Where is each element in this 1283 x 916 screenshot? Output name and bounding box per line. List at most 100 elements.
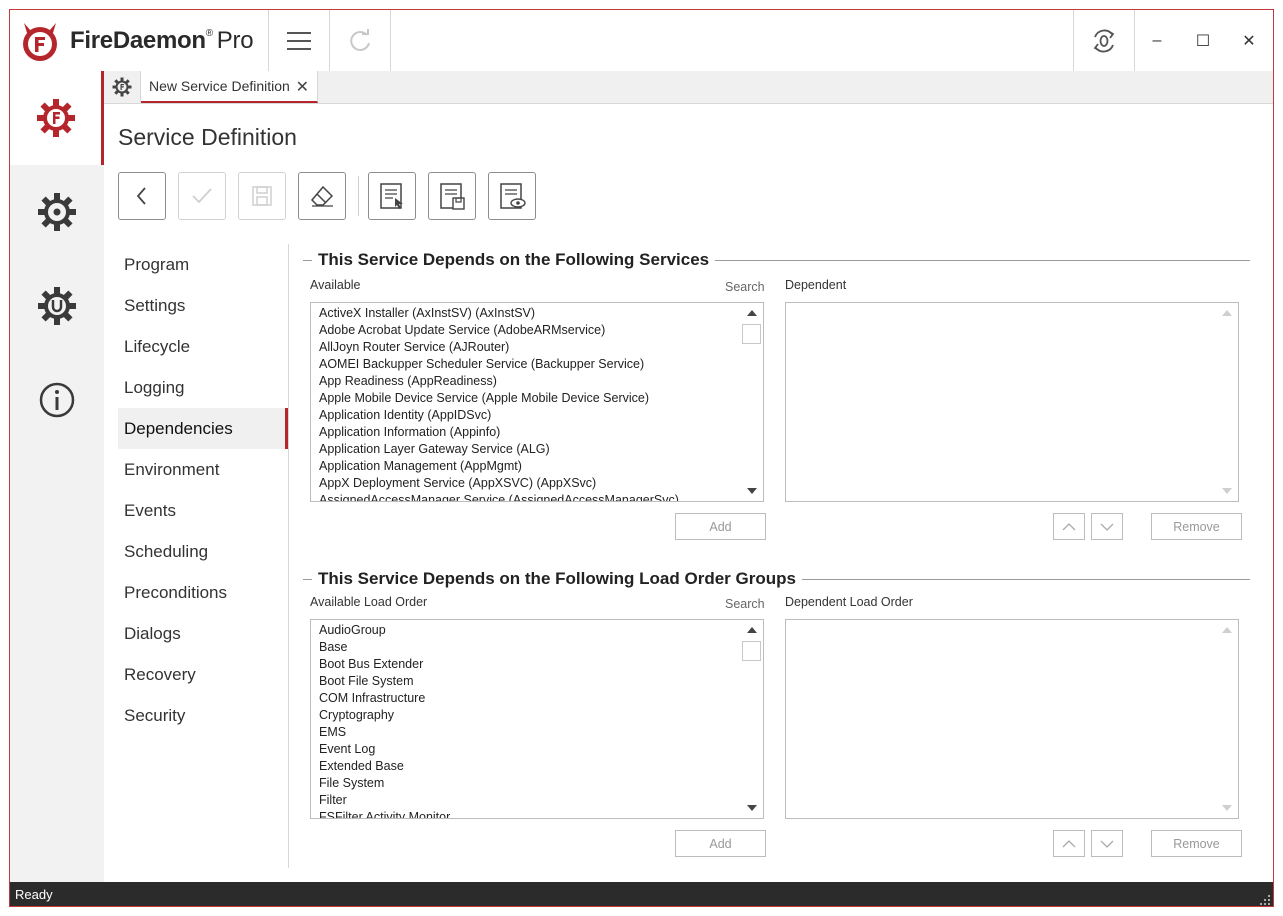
eraser-icon	[310, 185, 334, 207]
list-item[interactable]: Application Layer Gateway Service (ALG)	[319, 441, 741, 458]
arrow-up-icon	[747, 310, 757, 316]
move-down-button[interactable]	[1091, 830, 1123, 857]
nav-item-scheduling[interactable]: Scheduling	[118, 531, 288, 572]
list-item[interactable]: Application Management (AppMgmt)	[319, 458, 741, 475]
list-item[interactable]: FSFilter Activity Monitor	[319, 809, 741, 818]
dependent-scrollbar[interactable]	[1216, 303, 1238, 501]
remove-group-button[interactable]: Remove	[1151, 830, 1242, 857]
list-item[interactable]: Cryptography	[319, 707, 741, 724]
remove-service-button[interactable]: Remove	[1151, 513, 1242, 540]
page-title: Service Definition	[118, 124, 297, 150]
list-item[interactable]: AppX Deployment Service (AppXSVC) (AppXS…	[319, 475, 741, 492]
move-down-button[interactable]	[1091, 513, 1123, 540]
chevron-up-icon	[1062, 839, 1076, 847]
tab-label: New Service Definition	[149, 78, 290, 94]
nav-item-program[interactable]: Program	[118, 244, 288, 285]
apply-button[interactable]	[178, 172, 226, 220]
services-search-label[interactable]: Search	[725, 280, 765, 294]
save-button[interactable]	[238, 172, 286, 220]
list-item[interactable]: App Readiness (AppReadiness)	[319, 373, 741, 390]
tab-home[interactable]	[104, 71, 141, 102]
sync-button[interactable]	[1073, 10, 1135, 71]
service-gear-icon	[36, 99, 75, 137]
add-group-button[interactable]: Add	[675, 830, 766, 857]
list-item[interactable]: Boot Bus Extender	[319, 656, 741, 673]
nav-item-dependencies[interactable]: Dependencies	[118, 408, 288, 449]
toolbar-separator	[358, 176, 359, 216]
list-item[interactable]: Base	[319, 639, 741, 656]
list-item[interactable]: AllJoyn Router Service (AJRouter)	[319, 339, 741, 356]
dependent-services-list[interactable]	[785, 302, 1239, 502]
back-button[interactable]	[118, 172, 166, 220]
nav-item-logging[interactable]: Logging	[118, 367, 288, 408]
dependent-groups-scrollbar[interactable]	[1216, 620, 1238, 818]
menu-button[interactable]	[268, 10, 329, 71]
nav-item-dialogs[interactable]: Dialogs	[118, 613, 288, 654]
nav-item-environment[interactable]: Environment	[118, 449, 288, 490]
maximize-button[interactable]: ☐	[1180, 10, 1226, 71]
list-item[interactable]: Apple Mobile Device Service (Apple Mobil…	[319, 390, 741, 407]
groups-search-label[interactable]: Search	[725, 597, 765, 611]
clear-button[interactable]	[298, 172, 346, 220]
list-item[interactable]: AssignedAccessManager Service (AssignedA…	[319, 492, 741, 501]
resize-grip-icon[interactable]	[1260, 895, 1270, 905]
available-groups-items: AudioGroup Base Boot Bus Extender Boot File…	[319, 622, 741, 818]
tab-close-icon[interactable]: ✕	[296, 77, 309, 97]
rail-item-services[interactable]	[10, 71, 104, 165]
nav-item-lifecycle[interactable]: Lifecycle	[118, 326, 288, 367]
rail-item-settings[interactable]	[10, 165, 104, 259]
doc-select-icon	[380, 183, 403, 209]
list-item[interactable]: ActiveX Installer (AxInstSV) (AxInstSV)	[319, 305, 741, 322]
arrow-up-icon	[747, 627, 757, 633]
move-up-button[interactable]	[1053, 513, 1085, 540]
list-item[interactable]: EMS	[319, 724, 741, 741]
close-button[interactable]: ✕	[1226, 10, 1272, 71]
settings-gear-icon	[38, 193, 76, 231]
back-icon	[136, 187, 146, 205]
scroll-down-button[interactable]	[741, 798, 763, 818]
nav-item-preconditions[interactable]: Preconditions	[118, 572, 288, 613]
scroll-down-button	[1216, 798, 1238, 818]
dependent-groups-list[interactable]	[785, 619, 1239, 819]
list-item[interactable]: AudioGroup	[319, 622, 741, 639]
list-item[interactable]: AOMEI Backupper Scheduler Service (Backu…	[319, 356, 741, 373]
list-item[interactable]: Application Identity (AppIDSvc)	[319, 407, 741, 424]
nav-item-settings[interactable]: Settings	[118, 285, 288, 326]
services-scrollbar[interactable]	[741, 303, 763, 501]
minimize-button[interactable]: –	[1134, 10, 1180, 71]
import-definition-button[interactable]	[368, 172, 416, 220]
list-item[interactable]: Boot File System	[319, 673, 741, 690]
list-item[interactable]: COM Infrastructure	[319, 690, 741, 707]
arrow-down-icon	[1222, 488, 1232, 494]
available-services-list[interactable]: ActiveX Installer (AxInstSV) (AxInstSV) A…	[310, 302, 764, 502]
available-label: Available	[310, 278, 361, 292]
dependent-label: Dependent	[785, 278, 847, 292]
list-item[interactable]: Filter	[319, 792, 741, 809]
groups-scrollbar[interactable]	[741, 620, 763, 818]
scroll-up-button	[1216, 620, 1238, 640]
scroll-up-button[interactable]	[741, 303, 763, 323]
list-item[interactable]: Adobe Acrobat Update Service (AdobeARMse…	[319, 322, 741, 339]
rail-item-updates[interactable]	[10, 259, 104, 353]
list-item[interactable]: Event Log	[319, 741, 741, 758]
nav-item-security[interactable]: Security	[118, 695, 288, 736]
move-up-button[interactable]	[1053, 830, 1085, 857]
list-item[interactable]: File System	[319, 775, 741, 792]
check-icon	[192, 188, 212, 204]
tab-new-service-definition[interactable]: New Service Definition ✕	[141, 71, 318, 103]
scroll-thumb[interactable]	[742, 641, 761, 661]
chevron-down-icon	[1100, 840, 1114, 848]
refresh-button[interactable]	[329, 10, 391, 71]
add-service-button[interactable]: Add	[675, 513, 766, 540]
list-item[interactable]: Application Information (Appinfo)	[319, 424, 741, 441]
scroll-up-button[interactable]	[741, 620, 763, 640]
scroll-down-button[interactable]	[741, 481, 763, 501]
view-definition-button[interactable]	[488, 172, 536, 220]
scroll-thumb[interactable]	[742, 324, 761, 344]
nav-item-recovery[interactable]: Recovery	[118, 654, 288, 695]
rail-item-info[interactable]	[10, 353, 104, 447]
save-definition-button[interactable]	[428, 172, 476, 220]
available-groups-list[interactable]: AudioGroup Base Boot Bus Extender Boot File…	[310, 619, 764, 819]
list-item[interactable]: Extended Base	[319, 758, 741, 775]
nav-item-events[interactable]: Events	[118, 490, 288, 531]
